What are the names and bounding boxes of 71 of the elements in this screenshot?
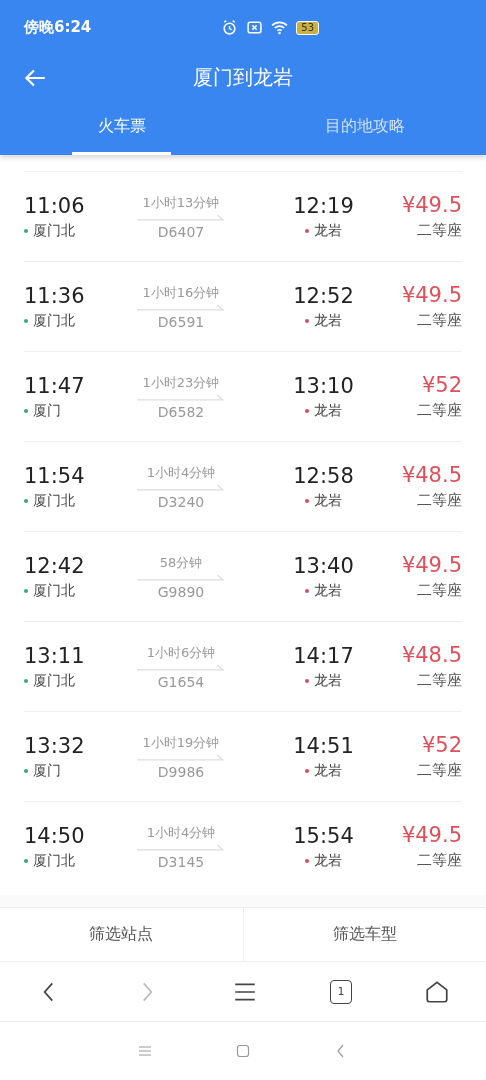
arrival-time: 12:19 bbox=[293, 193, 354, 218]
duration: 1小时23分钟 bbox=[142, 373, 220, 392]
price: ¥49.5 bbox=[401, 193, 462, 217]
departure-station: 厦门北 bbox=[24, 221, 75, 240]
duration: 1小时4分钟 bbox=[146, 823, 216, 842]
arrival-time: 14:17 bbox=[293, 643, 354, 668]
arrival-time: 12:58 bbox=[293, 463, 354, 488]
tabs-button[interactable]: 1 bbox=[330, 979, 352, 1004]
alarm-clock-icon bbox=[221, 19, 239, 36]
train-number: D6582 bbox=[157, 403, 205, 420]
page-title: 厦门到龙岩 bbox=[193, 64, 293, 91]
seat-class: 二等座 bbox=[417, 311, 462, 330]
departure-time: 12:42 bbox=[24, 553, 86, 578]
arrival-station: 龙岩 bbox=[305, 581, 342, 600]
duration: 1小时6分钟 bbox=[146, 643, 216, 662]
departure-station: 厦门北 bbox=[24, 851, 75, 870]
train-number: D3240 bbox=[157, 493, 205, 510]
departure-station: 厦门 bbox=[24, 761, 61, 780]
arrival-station: 龙岩 bbox=[305, 221, 342, 240]
arrival-station: 龙岩 bbox=[305, 851, 342, 870]
arrival-time: 15:54 bbox=[293, 823, 354, 848]
price: ¥49.5 bbox=[401, 823, 462, 847]
wifi-icon bbox=[271, 19, 289, 36]
train-number: D6407 bbox=[157, 223, 205, 240]
train-number: D9986 bbox=[157, 763, 205, 780]
battery-icon: 53 bbox=[296, 20, 320, 35]
seat-class: 二等座 bbox=[417, 221, 462, 240]
price: ¥52 bbox=[421, 733, 462, 757]
arrival-time: 13:40 bbox=[293, 553, 354, 578]
seat-class: 二等座 bbox=[417, 851, 462, 870]
departure-time: 13:11 bbox=[24, 643, 86, 668]
train-number: G9890 bbox=[157, 583, 205, 600]
seat-class: 二等座 bbox=[417, 491, 462, 510]
arrival-station: 龙岩 bbox=[305, 671, 342, 690]
arrival-time: 12:52 bbox=[293, 283, 354, 308]
train-number: G1654 bbox=[157, 673, 205, 690]
departure-station: 厦门北 bbox=[24, 311, 75, 330]
duration: 1小时19分钟 bbox=[142, 733, 220, 752]
price: ¥48.5 bbox=[401, 643, 462, 667]
duration: 58分钟 bbox=[159, 553, 203, 572]
arrival-station: 龙岩 bbox=[305, 311, 342, 330]
price: ¥49.5 bbox=[401, 283, 462, 307]
departure-time: 11:47 bbox=[24, 373, 86, 398]
seat-class: 二等座 bbox=[417, 671, 462, 690]
departure-time: 14:50 bbox=[24, 823, 86, 848]
arrival-station: 龙岩 bbox=[305, 401, 342, 420]
price: ¥52 bbox=[421, 373, 462, 397]
departure-time: 11:54 bbox=[24, 463, 86, 488]
departure-station: 厦门北 bbox=[24, 581, 75, 600]
arrival-station: 龙岩 bbox=[305, 761, 342, 780]
departure-time: 11:36 bbox=[24, 283, 86, 308]
price: ¥49.5 bbox=[401, 553, 462, 577]
duration: 1小时13分钟 bbox=[142, 193, 220, 212]
departure-station: 厦门北 bbox=[24, 671, 75, 690]
arrival-time: 13:10 bbox=[293, 373, 354, 398]
seat-class: 二等座 bbox=[417, 761, 462, 780]
status-time: 傍晚6:24 bbox=[24, 18, 92, 37]
train-number: D6591 bbox=[157, 313, 205, 330]
departure-time: 11:06 bbox=[24, 193, 86, 218]
train-number: D3145 bbox=[157, 853, 205, 870]
tab[interactable]: 火车票 bbox=[72, 100, 171, 155]
price: ¥48.5 bbox=[401, 463, 462, 487]
seat-class: 二等座 bbox=[417, 401, 462, 420]
departure-station: 厦门 bbox=[24, 401, 61, 420]
duration: 1小时16分钟 bbox=[142, 283, 220, 302]
arrival-time: 14:51 bbox=[293, 733, 354, 758]
arrival-station: 龙岩 bbox=[305, 491, 342, 510]
seat-class: 二等座 bbox=[417, 581, 462, 600]
duration: 1小时4分钟 bbox=[146, 463, 216, 482]
departure-station: 厦门北 bbox=[24, 491, 75, 510]
departure-time: 13:32 bbox=[24, 733, 86, 758]
